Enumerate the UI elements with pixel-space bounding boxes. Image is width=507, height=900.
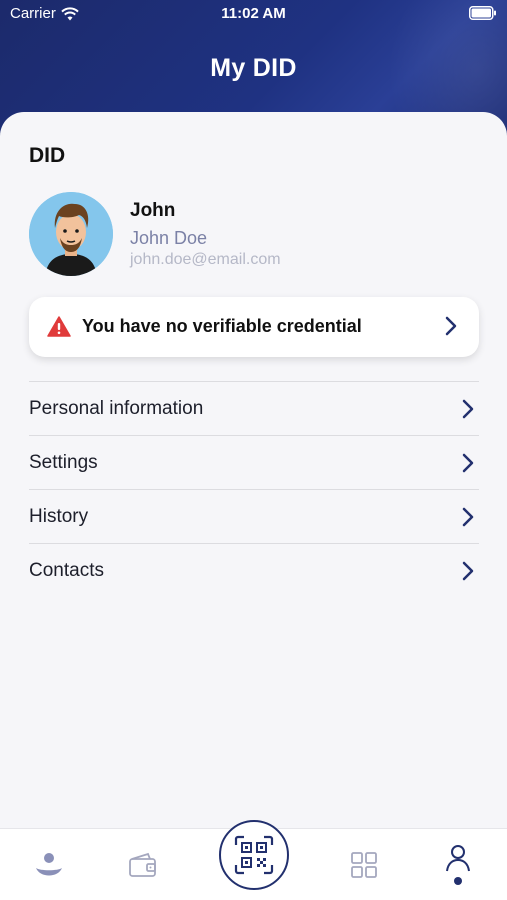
menu-item-history[interactable]: History [29,489,479,543]
home-icon [36,853,62,876]
tab-wallet[interactable] [108,829,178,900]
avatar-illustration [29,192,113,276]
profile-name: John [130,200,176,221]
grid-icon [351,852,377,878]
chevron-right-icon [462,561,474,586]
chevron-right-icon [462,507,474,532]
profile-icon [446,845,470,872]
battery-icon [469,6,497,24]
qr-scan-button[interactable] [219,820,289,890]
tab-home[interactable] [14,829,84,900]
menu-item-personal-information[interactable]: Personal information [29,381,479,435]
chevron-right-icon [462,399,474,424]
qr-scan-icon [234,835,274,875]
no-credential-alert[interactable]: You have no verifiable credential [29,297,479,357]
profile-email: john.doe@email.com [130,251,281,268]
chevron-right-icon [445,316,457,341]
alert-text: You have no verifiable credential [82,316,362,336]
status-bar: Carrier 11:02 AM [0,0,507,28]
chevron-right-icon [462,453,474,478]
menu-item-label: History [29,505,89,527]
status-time: 11:02 AM [221,5,286,22]
tab-profile[interactable] [423,829,493,900]
section-title: DID [29,144,66,167]
profile-full-name: John Doe [130,228,208,248]
tab-apps[interactable] [329,829,399,900]
warning-icon [47,316,71,342]
menu-item-settings[interactable]: Settings [29,435,479,489]
settings-menu: Personal information Settings History Co… [29,381,479,597]
active-tab-indicator [454,877,462,885]
menu-item-label: Personal information [29,397,204,419]
wallet-icon [129,852,156,877]
menu-item-label: Settings [29,451,98,473]
menu-item-label: Contacts [29,559,104,581]
page-title: My DID [210,54,297,82]
avatar[interactable] [29,192,113,276]
menu-item-contacts[interactable]: Contacts [29,543,479,597]
